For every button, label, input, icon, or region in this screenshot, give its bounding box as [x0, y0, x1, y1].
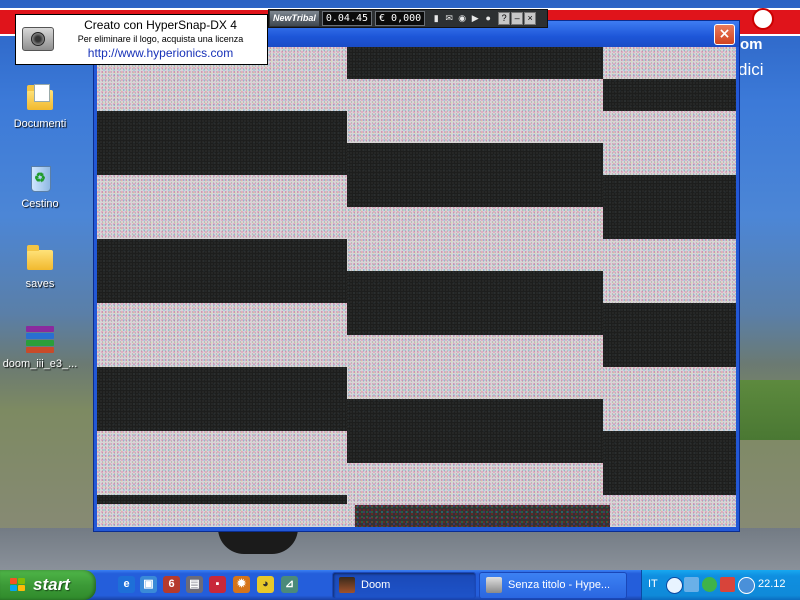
doom-window[interactable]: × [93, 20, 740, 532]
desktop-icon-documenti[interactable]: Documenti [0, 82, 80, 130]
taskbar-item-doom[interactable]: Doom [332, 572, 476, 599]
close-button[interactable]: × [714, 24, 735, 45]
camera-icon [22, 27, 54, 51]
rewind-icon[interactable]: ◉ [456, 12, 468, 25]
wallpaper-grass [738, 380, 800, 440]
watermark-title: Creato con HyperSnap-DX 4 [84, 18, 237, 32]
wallpaper-text-bottom: dici [738, 60, 764, 79]
wallpaper-text-top: om [740, 36, 763, 53]
sun-icon[interactable]: ✹ [233, 576, 250, 593]
bars-icon[interactable]: ▮ [430, 12, 442, 25]
desktop-icon-doom-archive[interactable]: doom_iii_e3_... [0, 322, 80, 370]
tribal-toolbar: NewTribal 0.04.45 € 0,000 ▮ ✉ ◉ ▶ ● ? – … [268, 9, 548, 28]
duck-icon[interactable]: ◕ [257, 576, 274, 593]
language-indicator[interactable]: IT [648, 578, 658, 590]
render-stripe [97, 239, 347, 303]
internet-explorer-icon[interactable]: e [118, 576, 135, 593]
tool-icon[interactable]: ⊿ [281, 576, 298, 593]
render-stripe [97, 495, 347, 504]
render-stripe [97, 367, 347, 431]
hypersnap-watermark: Creato con HyperSnap-DX 4 Per eliminare … [15, 14, 268, 65]
render-stripe [347, 399, 603, 463]
render-stripe [347, 143, 603, 207]
network-icon[interactable] [684, 577, 699, 592]
start-label: start [33, 575, 70, 594]
doom-icon [339, 577, 355, 593]
tribal-help-button[interactable]: ? [498, 12, 511, 25]
render-stripe [347, 47, 603, 79]
render-stripe [347, 271, 603, 335]
desktop-icon-label: saves [25, 278, 55, 290]
taskbar-item-hypersnap[interactable]: Senza titolo - Hype... [479, 572, 627, 599]
folder-icon [24, 242, 56, 274]
desktop-icon[interactable]: ▣ [140, 576, 157, 593]
render-stripe [603, 79, 736, 111]
start-button[interactable]: start [0, 570, 96, 600]
tribal-cost: € 0,000 [375, 11, 426, 26]
x-icon[interactable] [720, 577, 735, 592]
tribal-close-button[interactable]: × [524, 12, 537, 25]
chat-icon[interactable]: ● [482, 12, 494, 25]
taskbar: start e ▣ 6 ▤ ▪ ✹ ◕ ⊿ Doom Senza titolo … [0, 570, 800, 600]
play-icon[interactable]: ▶ [469, 12, 481, 25]
wallpaper-road [0, 528, 800, 570]
tribal-time: 0.04.45 [321, 11, 373, 26]
recycle-bin-icon: ♻ [24, 162, 56, 194]
desktop-icon-label: Documenti [13, 118, 67, 130]
player-icon[interactable]: 6 [163, 576, 180, 593]
windows-logo-icon [10, 578, 26, 592]
winrar-archive-icon [24, 322, 56, 354]
render-stripe [603, 303, 736, 367]
render-stripe [97, 111, 347, 175]
render-noise-strip [355, 505, 610, 527]
desktop-icon-saves[interactable]: saves [0, 242, 80, 290]
documents-folder-icon [24, 82, 56, 114]
arrow-left-icon[interactable] [666, 577, 683, 594]
save-icon[interactable]: ▪ [209, 576, 226, 593]
tribal-brand: NewTribal [270, 11, 319, 26]
globe-icon[interactable] [738, 577, 755, 594]
wallpaper-text: om dici [738, 30, 800, 90]
taskbar-item-label: Doom [361, 579, 391, 591]
render-stripe [603, 431, 736, 495]
desktop-icon-label: Cestino [21, 198, 59, 210]
desktop-icon-cestino[interactable]: ♻ Cestino [0, 162, 80, 210]
system-tray: IT 22.12 [641, 570, 800, 600]
taskbar-item-label: Senza titolo - Hype... [508, 579, 611, 591]
tribal-minimize-button[interactable]: – [511, 12, 524, 25]
clock[interactable]: 22.12 [758, 578, 786, 590]
wallpaper-logo [752, 8, 774, 30]
frog-icon[interactable] [702, 577, 717, 592]
doom-game-canvas[interactable] [97, 47, 736, 527]
hypersnap-icon [486, 577, 502, 593]
watermark-url: http://www.hyperionics.com [87, 46, 234, 60]
render-stripe [603, 175, 736, 239]
mail-icon[interactable]: ✉ [443, 12, 455, 25]
watermark-license-note: Per eliminare il logo, acquista una lice… [77, 34, 244, 44]
app-icon[interactable]: ▤ [186, 576, 203, 593]
desktop-icon-label: doom_iii_e3_... [2, 358, 78, 370]
